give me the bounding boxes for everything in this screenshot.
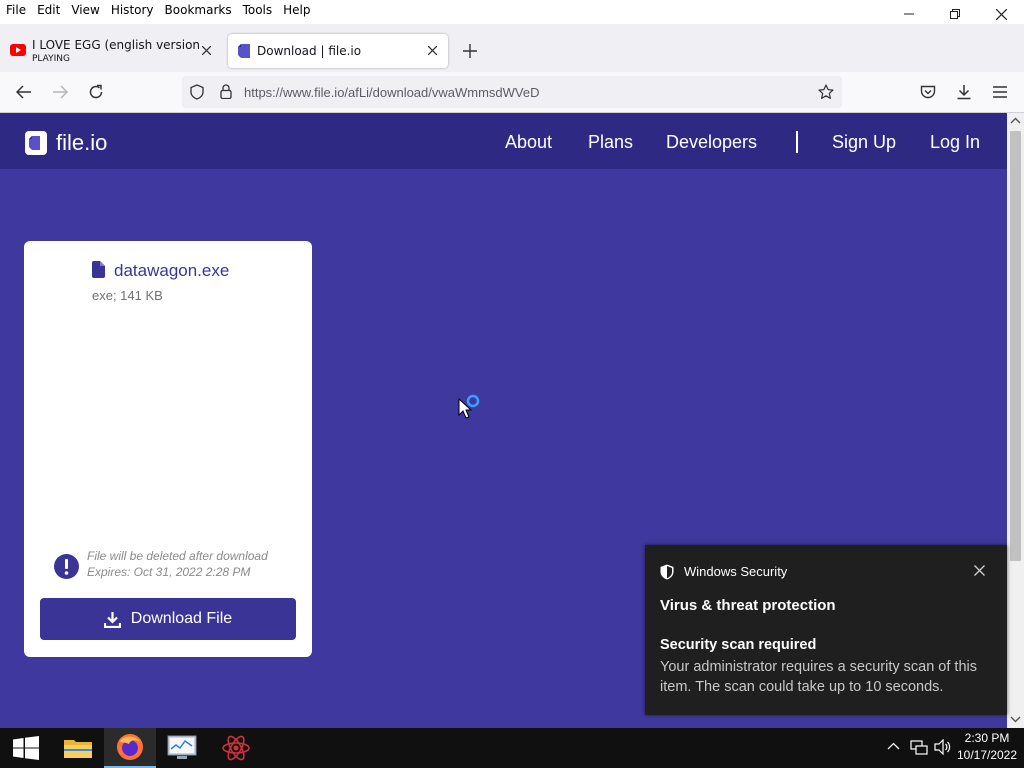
tab-title: Download | file.io xyxy=(257,44,362,58)
firefox-icon xyxy=(117,734,143,760)
nav-log-in[interactable]: Log In xyxy=(930,132,980,153)
logo-text: file.io xyxy=(56,130,108,155)
toast-title: Virus & threat protection xyxy=(660,597,836,614)
close-icon[interactable] xyxy=(974,565,985,576)
scrollbar-thumb[interactable] xyxy=(1010,131,1021,561)
close-icon xyxy=(995,8,1007,20)
windows-security-shield-icon xyxy=(660,564,674,580)
youtube-icon xyxy=(10,44,26,56)
file-io-icon xyxy=(238,44,250,58)
site-logo[interactable]: file.io xyxy=(24,130,107,156)
bookmark-star-icon[interactable] xyxy=(818,84,834,100)
menu-history[interactable]: History xyxy=(111,3,154,17)
nav-divider xyxy=(796,131,798,153)
deletion-notice: File will be deleted after download Expi… xyxy=(87,548,268,580)
file-name: datawagon.exe xyxy=(114,261,230,280)
taskbar-file-explorer[interactable] xyxy=(52,728,104,768)
pocket-icon xyxy=(920,85,936,98)
new-tab-button[interactable] xyxy=(458,39,482,63)
close-window-button[interactable] xyxy=(978,0,1024,28)
notice-expiry-text: Expires: Oct 31, 2022 2:28 PM xyxy=(87,565,251,579)
reload-icon xyxy=(89,84,103,99)
show-hidden-icons-chevron-icon[interactable] xyxy=(887,742,900,750)
back-arrow-icon xyxy=(16,85,31,99)
tab-file-io[interactable]: Download | file.io xyxy=(228,34,448,68)
menu-bookmarks[interactable]: Bookmarks xyxy=(165,3,232,17)
app-menu-button[interactable] xyxy=(986,78,1014,106)
plus-icon xyxy=(463,44,477,58)
site-header: file.io About Plans Developers Sign Up L… xyxy=(0,113,1007,169)
monitor-icon xyxy=(167,735,197,759)
clock-date: 10/17/2022 xyxy=(956,748,1018,762)
file-icon xyxy=(92,261,105,278)
forward-button[interactable] xyxy=(46,78,74,106)
tracking-protection-shield-icon[interactable] xyxy=(190,84,204,100)
taskbar: 2:30 PM 10/17/2022 xyxy=(0,728,1024,768)
tab-title: I LOVE EGG (english version) - Y xyxy=(32,38,200,52)
nav-about[interactable]: About xyxy=(505,132,552,153)
taskbar-performance-monitor[interactable] xyxy=(156,728,208,768)
pocket-button[interactable] xyxy=(914,78,942,106)
hamburger-menu-icon xyxy=(993,86,1007,98)
page-scrollbar[interactable] xyxy=(1007,113,1024,728)
minimize-icon xyxy=(904,13,914,15)
download-file-button[interactable]: Download File xyxy=(40,598,296,640)
close-tab-icon[interactable] xyxy=(428,46,437,55)
tab-youtube[interactable]: I LOVE EGG (english version) - Y PLAYING xyxy=(4,34,222,68)
download-arrow-icon xyxy=(957,85,971,100)
network-icon[interactable] xyxy=(910,740,928,756)
clock-time: 2:30 PM xyxy=(964,731,1010,745)
nav-plans[interactable]: Plans xyxy=(588,132,633,153)
file-card: datawagon.exe exe; 141 KB File will be d… xyxy=(24,241,312,657)
menu-help[interactable]: Help xyxy=(283,3,310,17)
address-bar[interactable]: https://www.file.io/afLi/download/vwaWmm… xyxy=(182,76,842,108)
scroll-down-icon[interactable] xyxy=(1010,715,1021,723)
windows-security-notification[interactable]: Windows Security Virus & threat protecti… xyxy=(645,545,1007,715)
busy-cursor-icon xyxy=(458,394,480,419)
toast-heading: Security scan required xyxy=(660,637,817,653)
tab-strip: I LOVE EGG (english version) - Y PLAYING… xyxy=(0,28,1024,72)
taskbar-firefox[interactable] xyxy=(104,728,156,768)
menu-edit[interactable]: Edit xyxy=(37,3,60,17)
restore-icon xyxy=(950,9,960,19)
back-button[interactable] xyxy=(10,78,38,106)
menu-tools[interactable]: Tools xyxy=(243,3,273,17)
volume-icon[interactable] xyxy=(934,739,952,755)
nav-sign-up[interactable]: Sign Up xyxy=(832,132,896,153)
close-tab-icon[interactable] xyxy=(202,46,211,55)
download-icon xyxy=(103,611,121,628)
atom-icon xyxy=(222,735,250,761)
file-meta: exe; 141 KB xyxy=(92,288,163,303)
toast-app-name: Windows Security xyxy=(684,564,788,579)
file-io-logo-icon xyxy=(25,131,47,155)
menu-view[interactable]: View xyxy=(71,3,99,17)
busy-cursor xyxy=(458,393,484,421)
restore-button[interactable] xyxy=(932,0,978,28)
exclamation-info-icon xyxy=(54,554,79,579)
folder-icon xyxy=(64,740,92,758)
menu-file[interactable]: File xyxy=(6,3,26,17)
toast-body: Your administrator requires a security s… xyxy=(660,659,977,695)
tab-audio-status: PLAYING xyxy=(32,54,70,64)
download-file-label: Download File xyxy=(130,610,233,627)
lock-icon[interactable] xyxy=(220,84,232,99)
notice-delete-text: File will be deleted after download xyxy=(87,549,268,563)
start-button[interactable] xyxy=(0,728,52,768)
reload-button[interactable] xyxy=(82,78,110,106)
nav-developers[interactable]: Developers xyxy=(666,132,757,153)
menu-items: File Edit View History Bookmarks Tools H… xyxy=(6,3,311,17)
windows-logo-icon xyxy=(13,736,39,760)
minimize-button[interactable] xyxy=(886,0,932,28)
menu-bar: File Edit View History Bookmarks Tools H… xyxy=(0,0,1024,24)
scroll-up-icon[interactable] xyxy=(1010,117,1021,125)
downloads-button[interactable] xyxy=(950,78,978,106)
taskbar-app-atom[interactable] xyxy=(210,728,262,768)
taskbar-clock[interactable]: 2:30 PM 10/17/2022 xyxy=(954,730,1020,764)
url-text[interactable]: https://www.file.io/afLi/download/vwaWmm… xyxy=(244,85,540,100)
forward-arrow-icon xyxy=(53,85,68,99)
